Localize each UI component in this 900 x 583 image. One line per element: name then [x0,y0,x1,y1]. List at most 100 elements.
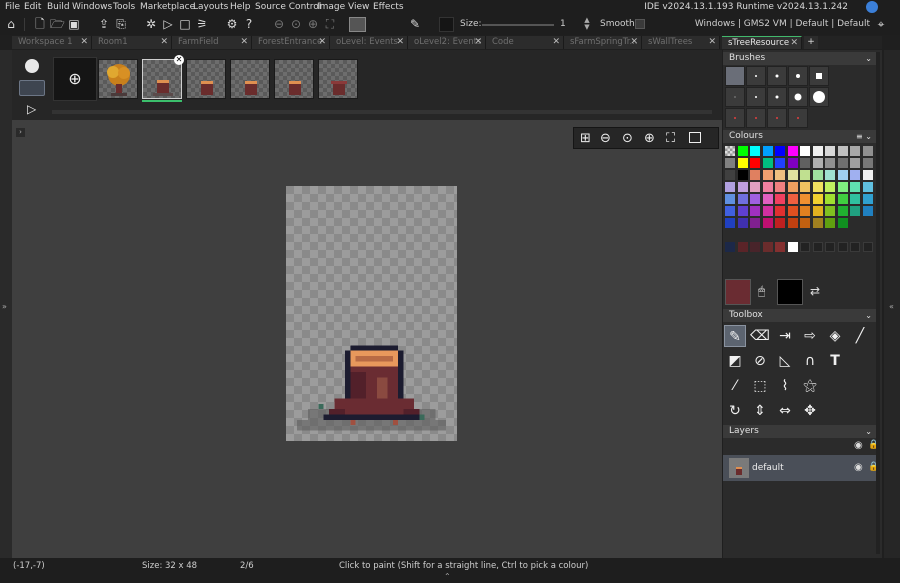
colour-swatch[interactable] [750,170,760,180]
move-icon[interactable]: ✥ [799,400,821,422]
left-dock-rail[interactable]: » [0,50,12,558]
colour-swatch[interactable] [850,194,860,204]
colour-swatch[interactable] [800,194,810,204]
colour-swatch[interactable] [862,158,873,168]
menu-source-control[interactable]: Source Control [255,2,321,12]
rectangle-icon[interactable]: ◩ [724,350,746,372]
brush-13[interactable] [767,108,787,128]
grid-icon[interactable]: ⊞ [580,131,591,146]
tab-swalltrees[interactable]: sWallTrees ✕ [642,36,720,49]
frame-thumbnail[interactable] [186,59,226,99]
colour-swatch[interactable] [850,158,860,168]
select-copy-icon[interactable]: ⇨ [799,325,821,347]
colour-swatch[interactable] [837,158,848,168]
tab-workspace-1[interactable]: Workspace 1 ✕ [12,36,92,49]
colour-swatch[interactable] [762,242,773,252]
colour-swatch[interactable] [787,146,798,156]
colour-swatch[interactable] [750,194,760,204]
chevron-down-icon[interactable]: ⌄ [865,309,872,322]
close-icon[interactable]: ✕ [240,36,248,49]
colour-swatch[interactable] [812,182,823,192]
brush-12[interactable] [746,108,766,128]
brush-11[interactable] [725,108,745,128]
menu-windows[interactable]: Windows [72,2,112,12]
empty-colour-slot[interactable] [837,242,848,252]
colour-swatch[interactable] [812,146,823,156]
run-icon[interactable]: ▷ [161,17,175,31]
brush-14[interactable] [788,108,808,128]
empty-colour-slot[interactable] [850,242,860,252]
menu-image[interactable]: Image [317,2,345,12]
menu-edit[interactable]: Edit [24,2,41,12]
colour-swatch[interactable] [800,158,810,168]
empty-colour-slot[interactable] [862,242,873,252]
colour-swatch[interactable] [800,170,810,180]
account-icon[interactable] [866,1,878,13]
fit-to-window-icon[interactable]: ⛶ [666,131,675,146]
secondary-colour-swatch[interactable] [777,279,803,305]
colour-swatch[interactable] [787,206,798,216]
magic-wand-icon[interactable]: ⚝ [799,375,821,397]
colour-swatch[interactable] [800,182,810,192]
frame-thumbnail[interactable] [230,59,270,99]
preview-window-icon[interactable] [349,17,366,32]
stop-icon[interactable]: □ [178,17,192,31]
colour-swatch[interactable] [812,218,823,228]
expand-right-icon[interactable]: « [889,302,894,311]
colour-swatch[interactable] [825,182,835,192]
brush-3[interactable] [767,66,787,86]
colour-swatch[interactable] [750,218,760,228]
primary-colour-swatch[interactable] [725,279,751,305]
brushes-header[interactable]: Brushes ⌄ [723,52,878,65]
eye-icon[interactable]: ◉ [854,440,863,451]
menu-marketplace[interactable]: Marketplace [140,2,195,12]
brush-4[interactable] [788,66,808,86]
colour-swatch[interactable] [800,146,810,156]
colour-swatch[interactable] [800,206,810,216]
menu-layouts[interactable]: Layouts [193,2,228,12]
colour-swatch[interactable] [825,146,835,156]
menu-view[interactable]: View [348,2,369,12]
colour-swatch[interactable] [837,182,848,192]
tab-room1[interactable]: Room1 ✕ [92,36,172,49]
colour-swatch[interactable] [725,194,735,204]
colour-swatch[interactable] [862,182,873,192]
colour-swatch[interactable] [775,206,785,216]
sprite-canvas[interactable] [286,186,457,441]
tab-farmfield[interactable]: FarmField ✕ [172,36,252,49]
lasso-select-icon[interactable]: ⌇ [774,375,796,397]
colour-swatch[interactable] [787,218,798,228]
pencil-icon[interactable]: ✎ [724,325,746,347]
export-icon[interactable]: ⇪ [97,17,111,31]
fit-icon[interactable]: ⛶ [323,17,337,31]
size-slider[interactable] [482,24,554,26]
smooth-checkbox[interactable] [635,19,645,29]
brush-7[interactable] [746,87,766,107]
close-icon[interactable]: ✕ [160,36,168,49]
delete-frame-icon[interactable]: ✕ [174,55,184,65]
colour-swatch[interactable] [775,218,785,228]
colour-swatch[interactable] [762,218,773,228]
zoom-in-icon[interactable]: ⊕ [306,17,320,31]
brush-1[interactable] [725,66,745,86]
colour-swatch[interactable] [775,242,785,252]
colour-swatch[interactable] [762,194,773,204]
colour-swatch[interactable] [737,182,748,192]
colour-swatch[interactable] [775,170,785,180]
colour-swatch[interactable] [737,158,748,168]
rotate-icon[interactable]: ↻ [724,400,746,422]
onion-skin-icon[interactable] [25,59,39,73]
right-dock-rail[interactable]: « [884,50,900,558]
chevron-down-icon[interactable]: ⌄ [865,425,872,438]
colour-swatch[interactable] [725,170,735,180]
flip-horizontal-icon[interactable]: ⇔ [774,400,796,422]
size-stepper[interactable]: ▲ ▼ [583,17,591,32]
preferences-icon[interactable]: ⚙ [225,17,239,31]
home-icon[interactable]: ⌂ [4,17,18,31]
empty-colour-slot[interactable] [825,242,835,252]
expand-output-icon[interactable]: ⌃ [444,572,451,581]
help-icon[interactable]: ? [242,17,256,31]
colour-swatch[interactable] [850,170,860,180]
colour-swatch[interactable] [787,194,798,204]
colour-swatch[interactable] [787,182,798,192]
